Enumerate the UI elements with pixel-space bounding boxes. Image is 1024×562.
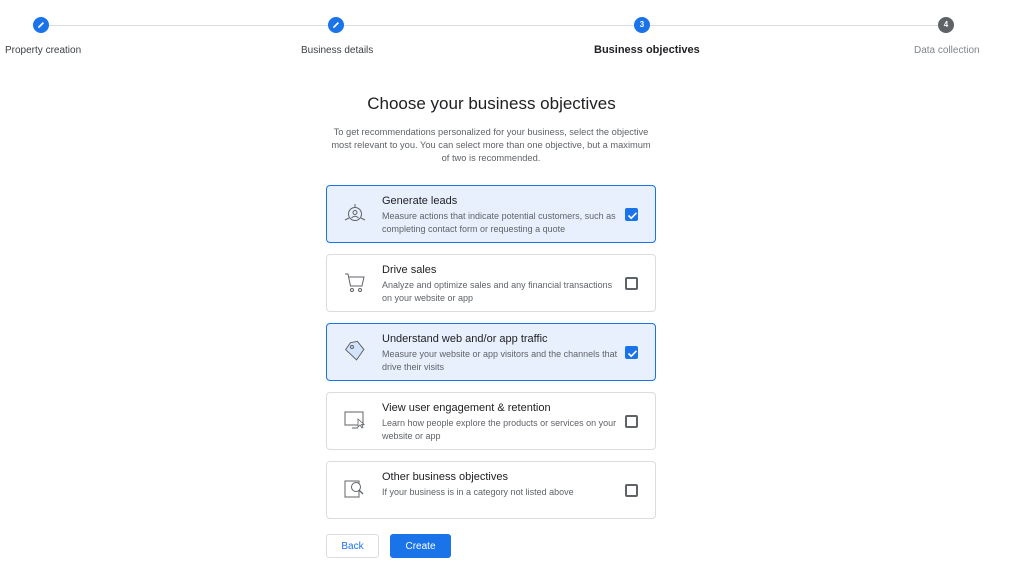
option-checkbox[interactable] xyxy=(625,346,638,359)
stepper-connector xyxy=(49,25,329,26)
option-description: Analyze and optimize sales and any finan… xyxy=(382,280,613,303)
option-title: Other business objectives xyxy=(382,471,508,483)
progress-stepper: Property creation Business details 3 Bus… xyxy=(0,0,1024,70)
step-1-marker[interactable] xyxy=(33,17,49,33)
option-description: Learn how people explore the products or… xyxy=(382,418,617,441)
leads-target-icon xyxy=(344,204,366,221)
option-title: Drive sales xyxy=(382,264,437,276)
option-title: Understand web and/or app traffic xyxy=(382,333,548,345)
step-4-marker: 4 xyxy=(938,17,954,33)
step-3-marker: 3 xyxy=(634,17,650,33)
monitor-cursor-icon xyxy=(344,411,366,429)
option-checkbox[interactable] xyxy=(625,484,638,497)
step-3-label: Business objectives xyxy=(594,44,700,56)
check-icon xyxy=(627,212,638,220)
pencil-icon xyxy=(333,22,339,28)
step-4-label: Data collection xyxy=(914,45,980,56)
back-button[interactable]: Back xyxy=(326,534,379,558)
shopping-cart-icon xyxy=(345,273,365,292)
magnifier-icon xyxy=(344,480,364,498)
option-description: Measure your website or app visitors and… xyxy=(382,349,618,372)
step-2-marker[interactable] xyxy=(328,17,344,33)
option-generate-leads[interactable]: Generate leads Measure actions that indi… xyxy=(326,185,656,243)
step-1-label[interactable]: Property creation xyxy=(5,45,81,56)
option-checkbox[interactable] xyxy=(625,277,638,290)
option-checkbox[interactable] xyxy=(625,208,638,221)
check-icon xyxy=(627,350,638,358)
option-other-objectives[interactable]: Other business objectives If your busine… xyxy=(326,461,656,519)
option-drive-sales[interactable]: Drive sales Analyze and optimize sales a… xyxy=(326,254,656,312)
objectives-list: Generate leads Measure actions that indi… xyxy=(326,185,656,530)
page-subtitle: To get recommendations personalized for … xyxy=(331,127,651,163)
option-checkbox[interactable] xyxy=(625,415,638,428)
step-3-number: 3 xyxy=(639,20,645,29)
option-understand-traffic[interactable]: Understand web and/or app traffic Measur… xyxy=(326,323,656,381)
option-title: Generate leads xyxy=(382,195,458,207)
option-description: Measure actions that indicate potential … xyxy=(382,211,616,234)
page-title: Choose your business objectives xyxy=(367,94,616,113)
step-4-number: 4 xyxy=(943,20,949,29)
stepper-connector xyxy=(344,25,634,26)
pencil-icon xyxy=(38,22,44,28)
tag-icon xyxy=(344,340,365,361)
step-2-label[interactable]: Business details xyxy=(301,45,373,56)
stepper-connector xyxy=(650,25,938,26)
create-button[interactable]: Create xyxy=(390,534,451,558)
option-title: View user engagement & retention xyxy=(382,402,551,414)
option-user-engagement[interactable]: View user engagement & retention Learn h… xyxy=(326,392,656,450)
option-description: If your business is in a category not li… xyxy=(382,487,574,497)
